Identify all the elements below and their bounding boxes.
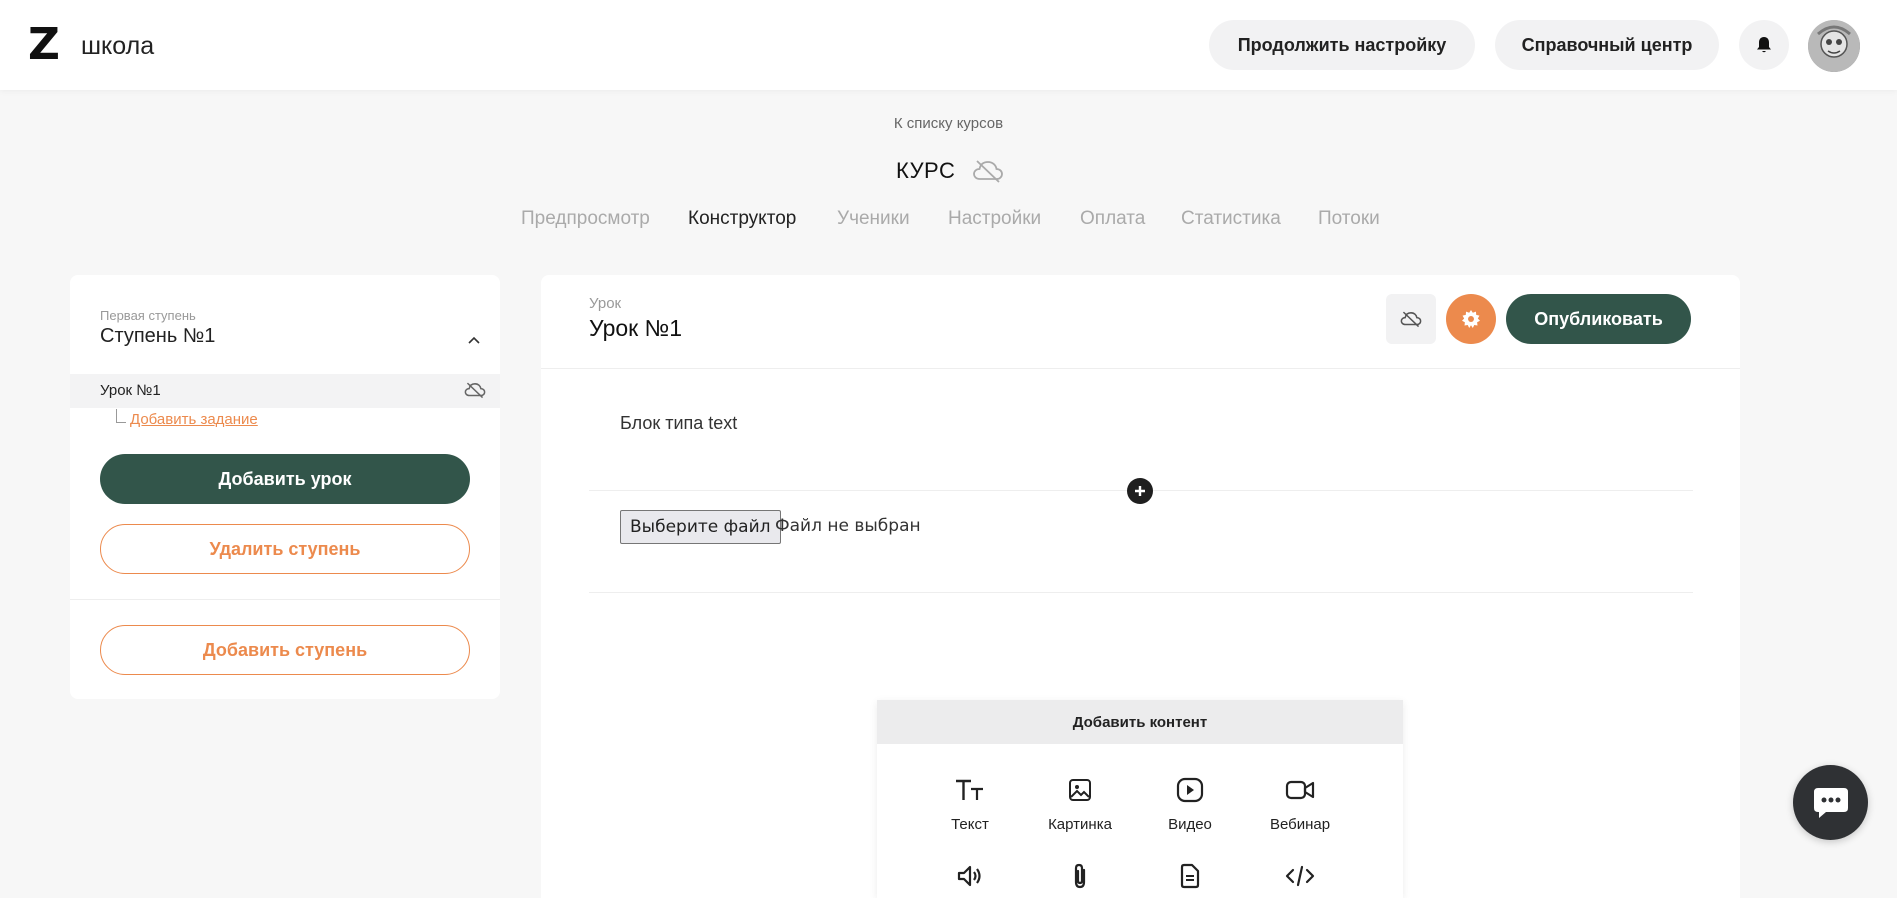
help-center-button[interactable]: Справочный центр [1495, 20, 1719, 70]
divider [541, 368, 1740, 369]
lesson-list-item[interactable]: Урок №1 [70, 374, 500, 408]
add-stage-button[interactable]: Добавить ступень [100, 625, 470, 675]
choose-file-button[interactable]: Выберите файл [620, 510, 781, 544]
add-content-title: Добавить контент [877, 700, 1403, 744]
logo[interactable]: Z [28, 20, 60, 70]
add-content-panel: Добавить контент Текст Картинка Видео Ве… [877, 700, 1403, 898]
top-header: Z школа Продолжить настройку Справочный … [0, 0, 1897, 90]
content-item-document[interactable] [1140, 858, 1240, 894]
text-block[interactable]: Блок типа text [620, 413, 737, 434]
cloud-off-icon [972, 158, 1004, 189]
code-icon [1250, 858, 1350, 894]
plus-icon [1135, 486, 1145, 496]
divider [589, 592, 1693, 593]
audio-icon [920, 858, 1020, 894]
publish-button[interactable]: Опубликовать [1506, 294, 1691, 344]
bell-icon [1757, 37, 1771, 53]
lesson-caption: Урок [589, 295, 622, 312]
stage-title[interactable]: Ступень №1 [100, 325, 215, 348]
file-status: Файл не выбран [775, 516, 921, 536]
avatar-image [1808, 20, 1860, 72]
content-item-video[interactable]: Видео [1140, 772, 1240, 833]
notifications-button[interactable] [1739, 20, 1789, 70]
tab-settings[interactable]: Настройки [948, 208, 1041, 230]
gear-icon [1462, 310, 1480, 328]
continue-setup-button[interactable]: Продолжить настройку [1209, 20, 1475, 70]
document-icon [1140, 858, 1240, 894]
content-item-code[interactable] [1250, 858, 1350, 894]
divider [70, 599, 500, 600]
chat-icon [1813, 787, 1848, 818]
tab-constructor[interactable]: Конструктор [688, 208, 796, 230]
lesson-title[interactable]: Урок №1 [589, 315, 682, 342]
content-item-image[interactable]: Картинка [1030, 772, 1130, 833]
course-title: КУРС [896, 158, 956, 183]
stage-sidebar: Первая ступень Ступень №1 Урок №1 Добави… [70, 275, 500, 699]
lesson-editor: Урок Урок №1 Опубликовать Блок типа text… [541, 275, 1740, 898]
lesson-list-item-label: Урок №1 [100, 382, 161, 399]
lesson-settings-button[interactable] [1446, 294, 1496, 344]
content-item-label: Текст [951, 816, 989, 833]
stage-caption: Первая ступень [100, 308, 196, 323]
cloud-off-icon [464, 381, 486, 404]
attachment-icon [1030, 858, 1130, 894]
content-item-label: Вебинар [1269, 816, 1331, 833]
school-name: школа [81, 32, 155, 60]
avatar[interactable] [1808, 20, 1860, 72]
tab-payment[interactable]: Оплата [1080, 208, 1145, 230]
chat-support-button[interactable] [1793, 765, 1868, 840]
add-lesson-button[interactable]: Добавить урок [100, 454, 470, 504]
content-item-webinar[interactable]: Вебинар [1250, 772, 1350, 833]
content-item-label: Видео [1168, 816, 1212, 833]
text-icon [920, 772, 1020, 808]
sync-status-button[interactable] [1386, 294, 1436, 344]
content-item-attachment[interactable] [1030, 858, 1130, 894]
webinar-icon [1250, 772, 1350, 808]
delete-stage-button[interactable]: Удалить ступень [100, 524, 470, 574]
back-to-courses-link[interactable]: К списку курсов [0, 115, 1897, 132]
tree-connector [116, 409, 126, 423]
tab-students[interactable]: Ученики [837, 208, 910, 230]
video-icon [1140, 772, 1240, 808]
content-item-label: Картинка [1048, 816, 1112, 833]
image-icon [1030, 772, 1130, 808]
tab-preview[interactable]: Предпросмотр [521, 208, 650, 230]
tab-statistics[interactable]: Статистика [1181, 208, 1281, 230]
add-block-button[interactable] [1127, 478, 1153, 504]
add-task-link[interactable]: Добавить задание [130, 411, 258, 428]
chevron-up-icon[interactable] [468, 331, 480, 349]
cloud-off-icon [1400, 311, 1422, 328]
content-item-audio[interactable] [920, 858, 1020, 894]
content-item-text[interactable]: Текст [920, 772, 1020, 833]
tab-streams[interactable]: Потоки [1318, 208, 1380, 230]
